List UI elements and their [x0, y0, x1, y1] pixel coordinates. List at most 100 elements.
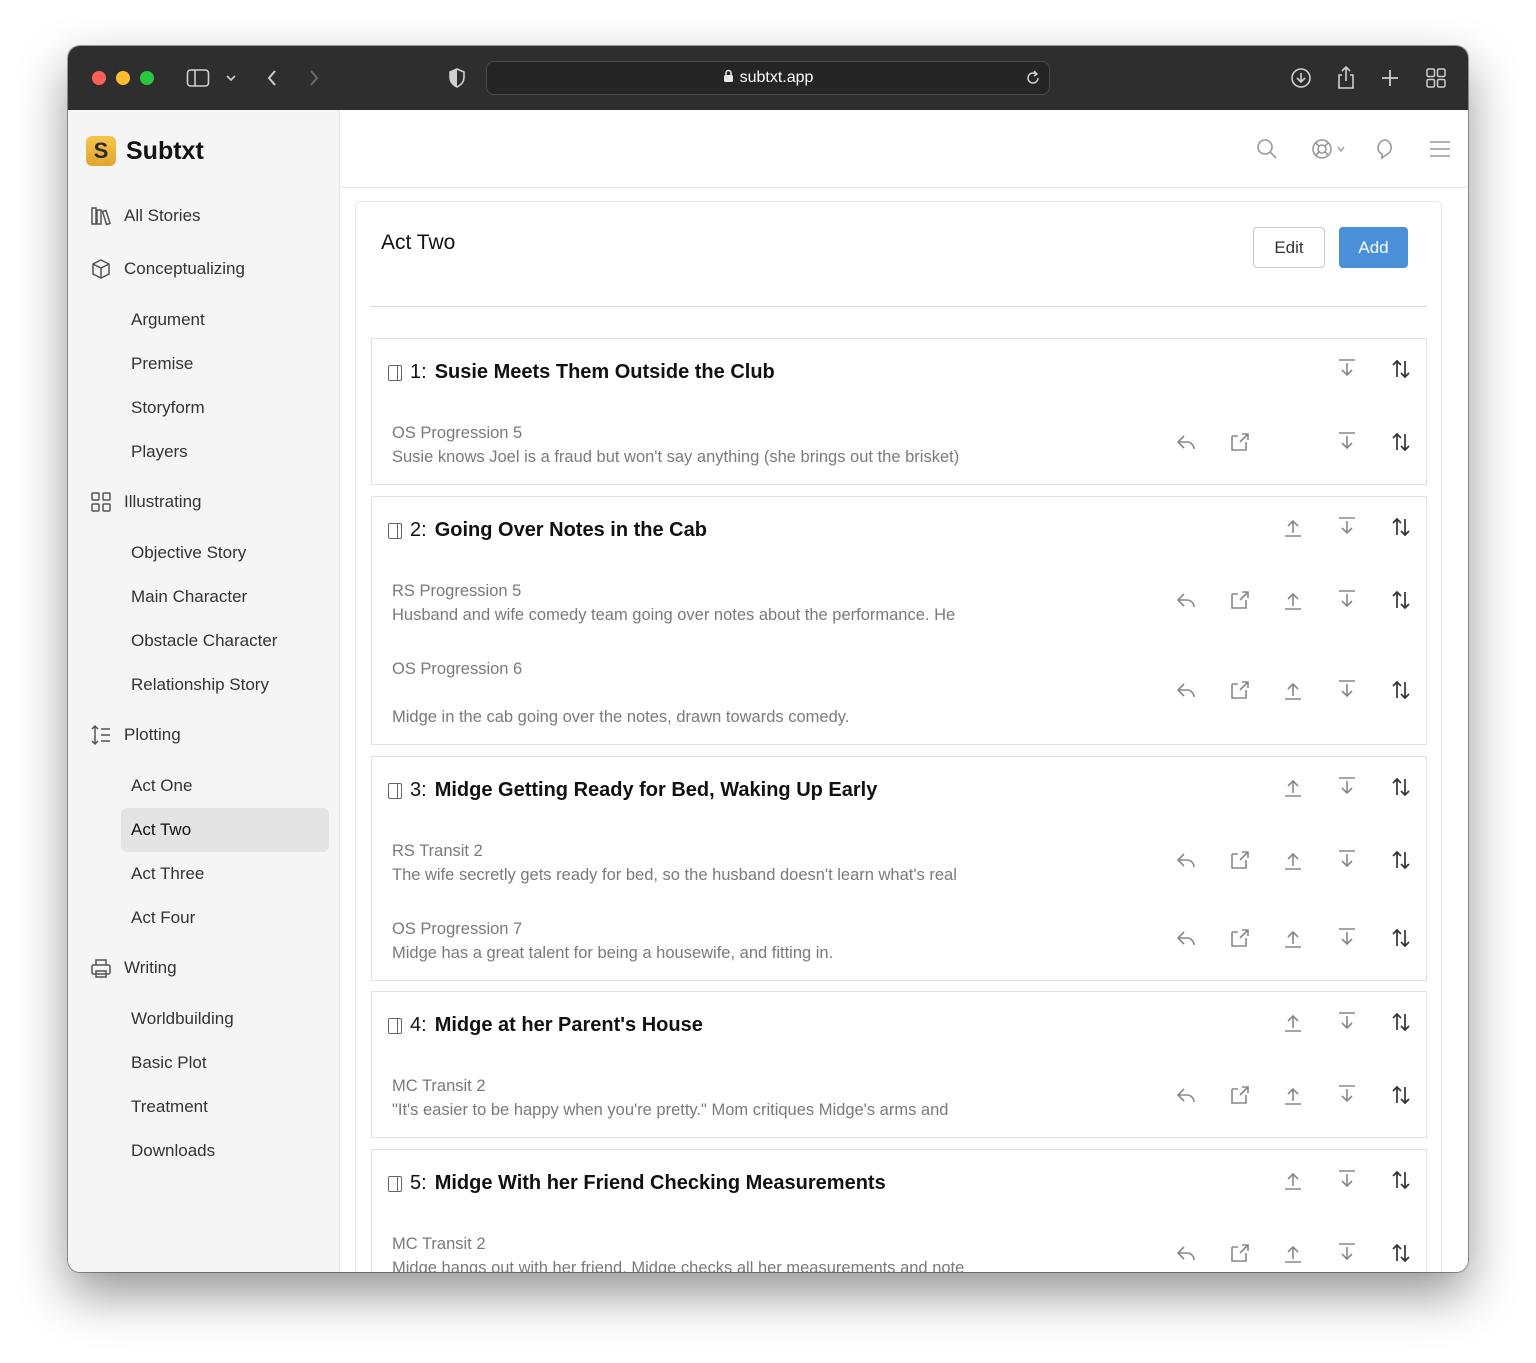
- scene-title[interactable]: Midge With her Friend Checking Measureme…: [435, 1172, 886, 1195]
- sidebar-item-treatment[interactable]: Treatment: [121, 1085, 329, 1129]
- move-bottom-icon[interactable]: [1334, 774, 1360, 800]
- scene-title[interactable]: Going Over Notes in the Cab: [435, 519, 707, 542]
- help-menu-icon[interactable]: [1311, 136, 1349, 162]
- reorder-icon[interactable]: [1388, 1240, 1414, 1266]
- storybeat[interactable]: OS Progression 6 Midge in the cab going o…: [392, 657, 1002, 729]
- storybeat[interactable]: MC Transit 2 Midge hangs out with her fri…: [392, 1232, 1002, 1272]
- privacy-shield-icon[interactable]: [445, 66, 469, 90]
- sidebar-section-conceptualizing[interactable]: Conceptualizing: [90, 258, 245, 280]
- close-window-button[interactable]: [92, 71, 106, 85]
- move-top-icon[interactable]: [1280, 587, 1306, 613]
- sidebar-item-act-four[interactable]: Act Four: [121, 896, 329, 940]
- reply-icon[interactable]: [1173, 587, 1199, 613]
- sidebar-item-worldbuilding[interactable]: Worldbuilding: [121, 997, 329, 1041]
- move-top-icon[interactable]: [1280, 514, 1306, 540]
- storybeat[interactable]: MC Transit 2 "It's easier to be happy whe…: [392, 1074, 1002, 1122]
- tab-overview-icon[interactable]: [1424, 66, 1448, 90]
- sidebar-section-illustrating[interactable]: Illustrating: [90, 491, 201, 513]
- move-bottom-icon[interactable]: [1334, 847, 1360, 873]
- move-to-icon[interactable]: [1227, 925, 1253, 951]
- reply-icon[interactable]: [1173, 925, 1199, 951]
- move-top-icon[interactable]: [1280, 925, 1306, 951]
- move-bottom-icon[interactable]: [1334, 1009, 1360, 1035]
- minimize-window-button[interactable]: [116, 71, 130, 85]
- move-to-icon[interactable]: [1227, 847, 1253, 873]
- scene-checkbox[interactable]: [388, 364, 402, 381]
- move-bottom-icon[interactable]: [1334, 1167, 1360, 1193]
- reorder-icon[interactable]: [1388, 429, 1414, 455]
- reply-icon[interactable]: [1173, 847, 1199, 873]
- sidebar-item-argument[interactable]: Argument: [121, 298, 329, 342]
- move-top-icon[interactable]: [1280, 1082, 1306, 1108]
- move-bottom-icon[interactable]: [1334, 587, 1360, 613]
- add-button[interactable]: Add: [1339, 227, 1408, 268]
- reorder-icon[interactable]: [1388, 925, 1414, 951]
- move-bottom-icon[interactable]: [1334, 1082, 1360, 1108]
- move-top-icon[interactable]: [1280, 847, 1306, 873]
- reply-icon[interactable]: [1173, 1240, 1199, 1266]
- move-bottom-icon[interactable]: [1334, 925, 1360, 951]
- scene-checkbox[interactable]: [388, 782, 402, 799]
- reorder-icon[interactable]: [1388, 677, 1414, 703]
- feedback-icon[interactable]: [1376, 136, 1396, 162]
- downloads-icon[interactable]: [1289, 66, 1313, 90]
- storybeat[interactable]: OS Progression 5 Susie knows Joel is a fr…: [392, 421, 1002, 469]
- reorder-icon[interactable]: [1388, 514, 1414, 540]
- move-to-icon[interactable]: [1227, 1082, 1253, 1108]
- zoom-window-button[interactable]: [140, 71, 154, 85]
- move-bottom-icon[interactable]: [1334, 429, 1360, 455]
- sidebar-all-stories[interactable]: All Stories: [90, 205, 201, 227]
- chevron-down-icon[interactable]: [219, 66, 243, 90]
- sidebar-toggle-icon[interactable]: [186, 66, 210, 90]
- new-tab-icon[interactable]: [1378, 66, 1402, 90]
- sidebar-item-main-character[interactable]: Main Character: [121, 575, 329, 619]
- move-bottom-icon[interactable]: [1334, 356, 1360, 382]
- move-bottom-icon[interactable]: [1334, 677, 1360, 703]
- share-icon[interactable]: [1334, 66, 1358, 90]
- reorder-icon[interactable]: [1388, 1009, 1414, 1035]
- sidebar-item-players[interactable]: Players: [121, 430, 329, 474]
- scene-checkbox[interactable]: [388, 1175, 402, 1192]
- address-bar[interactable]: subtxt.app: [486, 61, 1050, 95]
- move-to-icon[interactable]: [1227, 587, 1253, 613]
- move-top-icon[interactable]: [1280, 774, 1306, 800]
- sidebar-item-premise[interactable]: Premise: [121, 342, 329, 386]
- brand[interactable]: S Subtxt: [86, 136, 204, 166]
- move-to-icon[interactable]: [1227, 429, 1253, 455]
- search-icon[interactable]: [1256, 136, 1278, 162]
- reply-icon[interactable]: [1173, 429, 1199, 455]
- scene-title[interactable]: Midge Getting Ready for Bed, Waking Up E…: [435, 779, 878, 802]
- sidebar-section-writing[interactable]: Writing: [90, 957, 177, 979]
- move-top-icon[interactable]: [1280, 1009, 1306, 1035]
- move-top-icon[interactable]: [1280, 1167, 1306, 1193]
- move-bottom-icon[interactable]: [1334, 514, 1360, 540]
- sidebar-section-plotting[interactable]: Plotting: [90, 724, 181, 746]
- sidebar-item-obstacle-character[interactable]: Obstacle Character: [121, 619, 329, 663]
- reply-icon[interactable]: [1173, 677, 1199, 703]
- reorder-icon[interactable]: [1388, 1167, 1414, 1193]
- sidebar-item-relationship-story[interactable]: Relationship Story: [121, 663, 329, 707]
- move-bottom-icon[interactable]: [1334, 1240, 1360, 1266]
- reorder-icon[interactable]: [1388, 847, 1414, 873]
- sidebar-item-objective-story[interactable]: Objective Story: [121, 531, 329, 575]
- reorder-icon[interactable]: [1388, 774, 1414, 800]
- reorder-icon[interactable]: [1388, 356, 1414, 382]
- hamburger-menu-icon[interactable]: [1429, 136, 1451, 162]
- reorder-icon[interactable]: [1388, 587, 1414, 613]
- edit-button[interactable]: Edit: [1253, 227, 1325, 268]
- sidebar-item-basic-plot[interactable]: Basic Plot: [121, 1041, 329, 1085]
- forward-icon[interactable]: [302, 66, 326, 90]
- sidebar-item-act-one[interactable]: Act One: [121, 764, 329, 808]
- scene-checkbox[interactable]: [388, 522, 402, 539]
- scene-title[interactable]: Susie Meets Them Outside the Club: [435, 361, 775, 384]
- sidebar-item-downloads[interactable]: Downloads: [121, 1129, 329, 1173]
- sidebar-item-act-two[interactable]: Act Two: [121, 808, 329, 852]
- scene-title[interactable]: Midge at her Parent's House: [435, 1014, 703, 1037]
- move-top-icon[interactable]: [1280, 677, 1306, 703]
- reorder-icon[interactable]: [1388, 1082, 1414, 1108]
- move-top-icon[interactable]: [1280, 1240, 1306, 1266]
- sidebar-item-act-three[interactable]: Act Three: [121, 852, 329, 896]
- storybeat[interactable]: OS Progression 7 Midge has a great talent…: [392, 917, 1002, 965]
- move-to-icon[interactable]: [1227, 1240, 1253, 1266]
- sidebar-item-storyform[interactable]: Storyform: [121, 386, 329, 430]
